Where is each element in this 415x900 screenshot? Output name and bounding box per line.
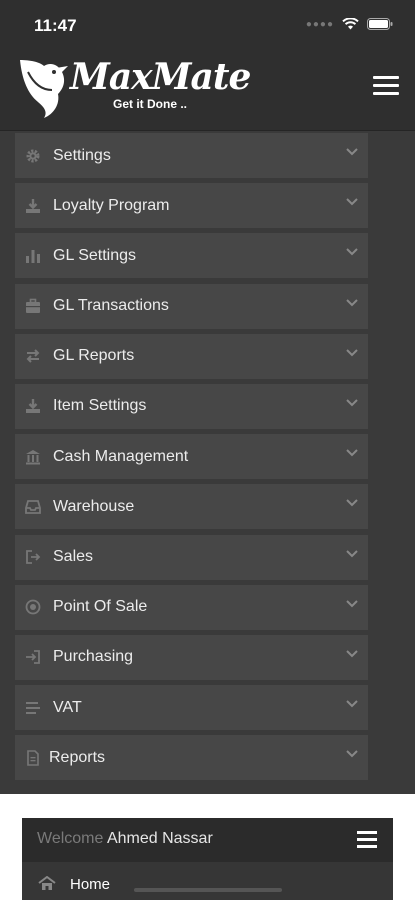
- hamburger-menu-icon[interactable]: [373, 76, 399, 96]
- menu-item-label: GL Transactions: [53, 297, 169, 315]
- home-label: Home: [70, 876, 111, 893]
- menu-item-label: GL Reports: [53, 347, 135, 365]
- menu-item-label: Purchasing: [53, 648, 134, 666]
- signal-icon: ●●●●: [305, 18, 334, 30]
- app-logo-name: MaxMate: [70, 56, 251, 98]
- menu-item-item-settings[interactable]: Item Settings: [15, 383, 368, 429]
- dot-circle-icon: [25, 599, 41, 615]
- menu-item-gl-reports[interactable]: GL Reports: [15, 333, 368, 379]
- chevron-down-icon: [346, 700, 358, 708]
- menu-item-label: Reports: [49, 748, 106, 766]
- file-icon: [25, 749, 41, 766]
- sign-out-icon: [25, 549, 41, 565]
- briefcase-icon: [25, 298, 41, 314]
- chevron-down-icon: [346, 399, 358, 407]
- bank-icon: [25, 449, 41, 465]
- chevron-down-icon: [346, 549, 358, 557]
- download-icon: [25, 198, 41, 214]
- home-icon: [38, 876, 56, 890]
- menu-item-label: Point Of Sale: [53, 598, 148, 616]
- menu-item-gl-settings[interactable]: GL Settings: [15, 233, 368, 279]
- menu-item-label: Item Settings: [53, 397, 147, 415]
- menu-item-reports[interactable]: Reports: [15, 735, 368, 781]
- chevron-down-icon: [346, 599, 358, 608]
- menu-item-point-of-sale[interactable]: Point Of Sale: [15, 584, 368, 630]
- chevron-down-icon: [346, 750, 358, 758]
- chevron-down-icon: [346, 248, 358, 256]
- menu-item-sales[interactable]: Sales: [15, 534, 368, 580]
- app-tagline: Get it Done ..: [113, 97, 188, 111]
- menu-item-label: Loyalty Program: [53, 196, 170, 214]
- menu-item-label: Sales: [53, 548, 94, 565]
- nav-item-home[interactable]: Home: [22, 862, 393, 900]
- menu-item-loyalty-program[interactable]: Loyalty Program: [15, 183, 368, 229]
- menu-item-label: Cash Management: [53, 447, 189, 465]
- menu-item-vat[interactable]: VAT: [15, 685, 368, 731]
- chevron-down-icon: [346, 198, 358, 206]
- menu-item-label: GL Settings: [53, 246, 137, 264]
- chevron-down-icon: [346, 499, 358, 507]
- chevron-down-icon: [346, 148, 358, 156]
- home-indicator: [134, 888, 282, 892]
- wifi-icon: [342, 18, 359, 30]
- sign-in-icon: [25, 649, 41, 665]
- chevron-down-icon: [346, 349, 358, 357]
- chevron-down-icon: [346, 650, 358, 658]
- bird-logo-icon: [20, 60, 68, 118]
- menu-item-settings[interactable]: Settings: [15, 133, 368, 178]
- menu-item-purchasing[interactable]: Purchasing: [15, 634, 368, 680]
- battery-icon: [367, 18, 393, 30]
- swap-arrows-icon: [25, 348, 41, 364]
- menu-item-gl-transactions[interactable]: GL Transactions: [15, 283, 368, 329]
- chevron-down-icon: [346, 449, 358, 457]
- menu-item-label: VAT: [53, 698, 82, 716]
- menu-item-label: Warehouse: [53, 497, 135, 515]
- status-icons: ●●●●: [306, 18, 393, 30]
- welcome-text: Welcome Ahmed Nassar: [37, 830, 213, 848]
- gear-icon: [25, 148, 41, 164]
- inbox-icon: [25, 499, 41, 515]
- welcome-prefix: Welcome: [37, 830, 104, 847]
- user-panel: Welcome Ahmed Nassar Home: [22, 818, 393, 900]
- side-menu: Settings Loyalty Program GL Settings GL …: [15, 133, 368, 785]
- list-icon: [25, 700, 41, 716]
- chevron-down-icon: [346, 298, 358, 306]
- download-icon: [25, 398, 41, 414]
- app-header: MaxMate Get it Done ..: [0, 48, 415, 131]
- bar-chart-icon: [25, 248, 41, 264]
- menu-item-cash-management[interactable]: Cash Management: [15, 434, 368, 480]
- menu-item-label: Settings: [53, 146, 111, 164]
- menu-item-warehouse[interactable]: Warehouse: [15, 484, 368, 530]
- status-bar: 11:47 ●●●●: [0, 0, 415, 48]
- user-name: Ahmed Nassar: [106, 830, 213, 847]
- status-time: 11:47: [34, 16, 77, 35]
- panel-menu-icon[interactable]: [357, 831, 377, 849]
